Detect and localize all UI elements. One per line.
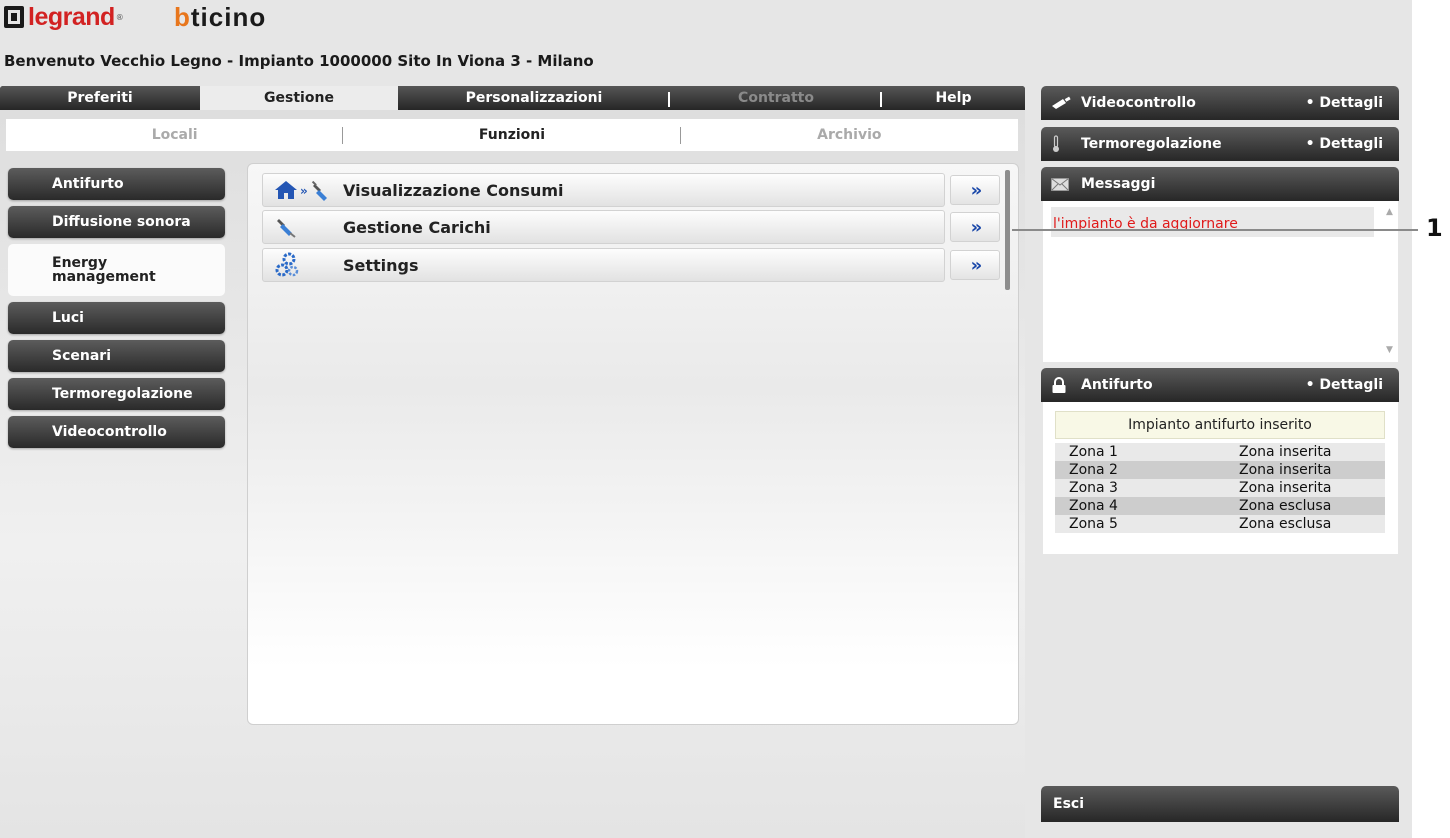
videocontrollo-header: Videocontrollo • Dettagli: [1041, 86, 1399, 120]
zone-row: Zona 4 Zona esclusa: [1055, 497, 1385, 515]
welcome-message: Benvenuto Vecchio Legno - Impianto 10000…: [4, 52, 594, 70]
sub-tabs: Locali Funzioni Archivio: [6, 119, 1018, 151]
scroll-down-icon[interactable]: ▼: [1386, 345, 1393, 355]
function-row: » Visualizzazione Consumi »: [262, 173, 1002, 207]
camera-icon: [1051, 96, 1073, 110]
function-row: Settings »: [262, 248, 1002, 282]
zone-row: Zona 3 Zona inserita: [1055, 479, 1385, 497]
subtab-funzioni[interactable]: Funzioni: [343, 119, 681, 151]
main-tabs: Preferiti Gestione Personalizzazioni Con…: [0, 86, 1025, 110]
open-settings-button[interactable]: »: [950, 250, 1000, 280]
zone-row: Zona 2 Zona inserita: [1055, 461, 1385, 479]
antifurto-details-link[interactable]: • Dettagli: [1306, 377, 1383, 393]
house-plug-icon: »: [263, 173, 343, 207]
bticino-logo: bticino: [174, 2, 267, 32]
tab-personalizzazioni[interactable]: Personalizzazioni: [398, 86, 670, 110]
messaggi-title: Messaggi: [1081, 176, 1156, 192]
sidebar-item-diffusione-sonora[interactable]: Diffusione sonora: [8, 206, 225, 238]
zone-row: Zona 5 Zona esclusa: [1055, 515, 1385, 533]
legrand-mark-icon: [4, 6, 24, 28]
open-gestione-carichi-button[interactable]: »: [950, 212, 1000, 242]
function-settings[interactable]: Settings: [262, 248, 945, 282]
videocontrollo-details-link[interactable]: • Dettagli: [1306, 95, 1383, 111]
function-gestione-carichi[interactable]: Gestione Carichi: [262, 210, 945, 244]
sidebar-item-termoregolazione[interactable]: Termoregolazione: [8, 378, 225, 410]
plug-icon: [263, 210, 343, 244]
tab-gestione[interactable]: Gestione: [200, 86, 398, 110]
esci-button[interactable]: Esci: [1041, 786, 1399, 822]
videocontrollo-title: Videocontrollo: [1081, 95, 1196, 111]
function-visualizzazione-consumi[interactable]: » Visualizzazione Consumi: [262, 173, 945, 207]
function-row: Gestione Carichi »: [262, 210, 1002, 244]
messaggi-header: Messaggi: [1041, 167, 1399, 201]
subtab-archivio[interactable]: Archivio: [681, 119, 1018, 151]
function-label: Visualizzazione Consumi: [343, 180, 564, 200]
sidebar-item-label: Energy management: [52, 255, 156, 285]
callout-line: [1012, 229, 1418, 231]
antifurto-header: Antifurto • Dettagli: [1041, 368, 1399, 402]
gears-icon: [263, 248, 343, 282]
panel-scrollbar[interactable]: [1005, 170, 1010, 290]
function-sidebar: Antifurto Diffusione sonora Energy manag…: [8, 168, 225, 454]
legrand-wordmark: legrand: [28, 2, 115, 31]
app-canvas: legrand ® bticino Benvenuto Vecchio Legno…: [0, 0, 1412, 838]
sidebar-item-antifurto[interactable]: Antifurto: [8, 168, 225, 200]
envelope-icon: [1051, 177, 1073, 191]
open-visualizzazione-consumi-button[interactable]: »: [950, 175, 1000, 205]
sidebar-item-scenari[interactable]: Scenari: [8, 340, 225, 372]
sidebar-item-luci[interactable]: Luci: [8, 302, 225, 334]
sidebar-item-energy-management[interactable]: Energy management: [8, 244, 225, 296]
function-label: Gestione Carichi: [343, 217, 491, 237]
subtab-locali[interactable]: Locali: [6, 119, 344, 151]
scroll-up-icon[interactable]: ▲: [1386, 207, 1393, 217]
antifurto-status: Impianto antifurto inserito: [1055, 411, 1385, 439]
svg-text:»: »: [300, 184, 308, 198]
tab-help[interactable]: Help: [882, 86, 1025, 110]
termoregolazione-details-link[interactable]: • Dettagli: [1306, 136, 1383, 152]
zone-row: Zona 1 Zona inserita: [1055, 443, 1385, 461]
padlock-icon: [1051, 376, 1073, 394]
termoregolazione-header: Termoregolazione • Dettagli: [1041, 127, 1399, 161]
antifurto-title: Antifurto: [1081, 377, 1153, 393]
legrand-logo: legrand ®: [4, 2, 124, 32]
tab-preferiti[interactable]: Preferiti: [0, 86, 200, 110]
termoregolazione-title: Termoregolazione: [1081, 136, 1222, 152]
messages-list: l'impianto è da aggiornare ▲ ▼: [1043, 201, 1398, 362]
tab-contratto: Contratto: [670, 86, 882, 110]
thermometer-icon: [1051, 135, 1073, 153]
antifurto-status-box: Impianto antifurto inserito Zona 1 Zona i…: [1043, 402, 1398, 554]
function-label: Settings: [343, 255, 419, 275]
sidebar-item-videocontrollo[interactable]: Videocontrollo: [8, 416, 225, 448]
functions-panel: » Visualizzazione Consumi » Gestione Car…: [247, 163, 1019, 725]
message-item[interactable]: l'impianto è da aggiornare: [1051, 207, 1374, 237]
callout-number: 1: [1426, 214, 1443, 242]
zones-list: Zona 1 Zona inserita Zona 2 Zona inserita …: [1055, 443, 1385, 533]
main-content: Locali Funzioni Archivio Antifurto Diffu…: [0, 110, 1025, 838]
